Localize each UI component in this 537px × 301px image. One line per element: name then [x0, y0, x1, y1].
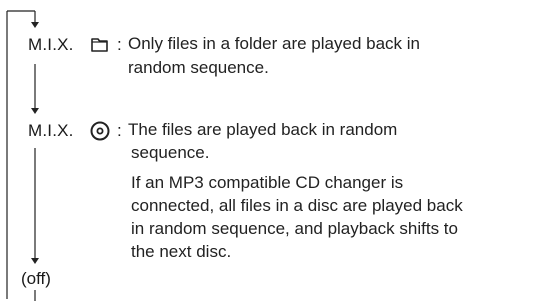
mix-folder-desc-line-2: random sequence.: [128, 58, 269, 77]
mix-disc-desc-line-5: in random sequence, and playback shifts …: [131, 219, 458, 238]
mix-disc-desc-line-4: connected, all files in a disc are playe…: [131, 196, 463, 215]
disc-icon: [90, 121, 110, 141]
mix-folder-desc-line-1: Only files in a folder are played back i…: [128, 34, 420, 53]
folder-icon: [91, 38, 108, 52]
arrow-down-1: [31, 22, 39, 28]
off-label: (off): [21, 269, 51, 288]
arrow-down-3: [31, 258, 39, 264]
mix-disc-separator: :: [117, 121, 122, 140]
mix-folder-label: M.I.X.: [28, 35, 74, 54]
mix-disc-desc-line-6: the next disc.: [131, 242, 232, 261]
mix-disc-desc-line-1: The files are played back in random: [128, 120, 398, 139]
mix-disc-desc-line-2: sequence.: [131, 143, 210, 162]
mix-folder-separator: :: [117, 35, 122, 54]
arrow-down-2: [31, 108, 39, 114]
mix-disc-label: M.I.X.: [28, 121, 74, 140]
mix-disc-desc-line-3: If an MP3 compatible CD changer is: [131, 173, 404, 192]
